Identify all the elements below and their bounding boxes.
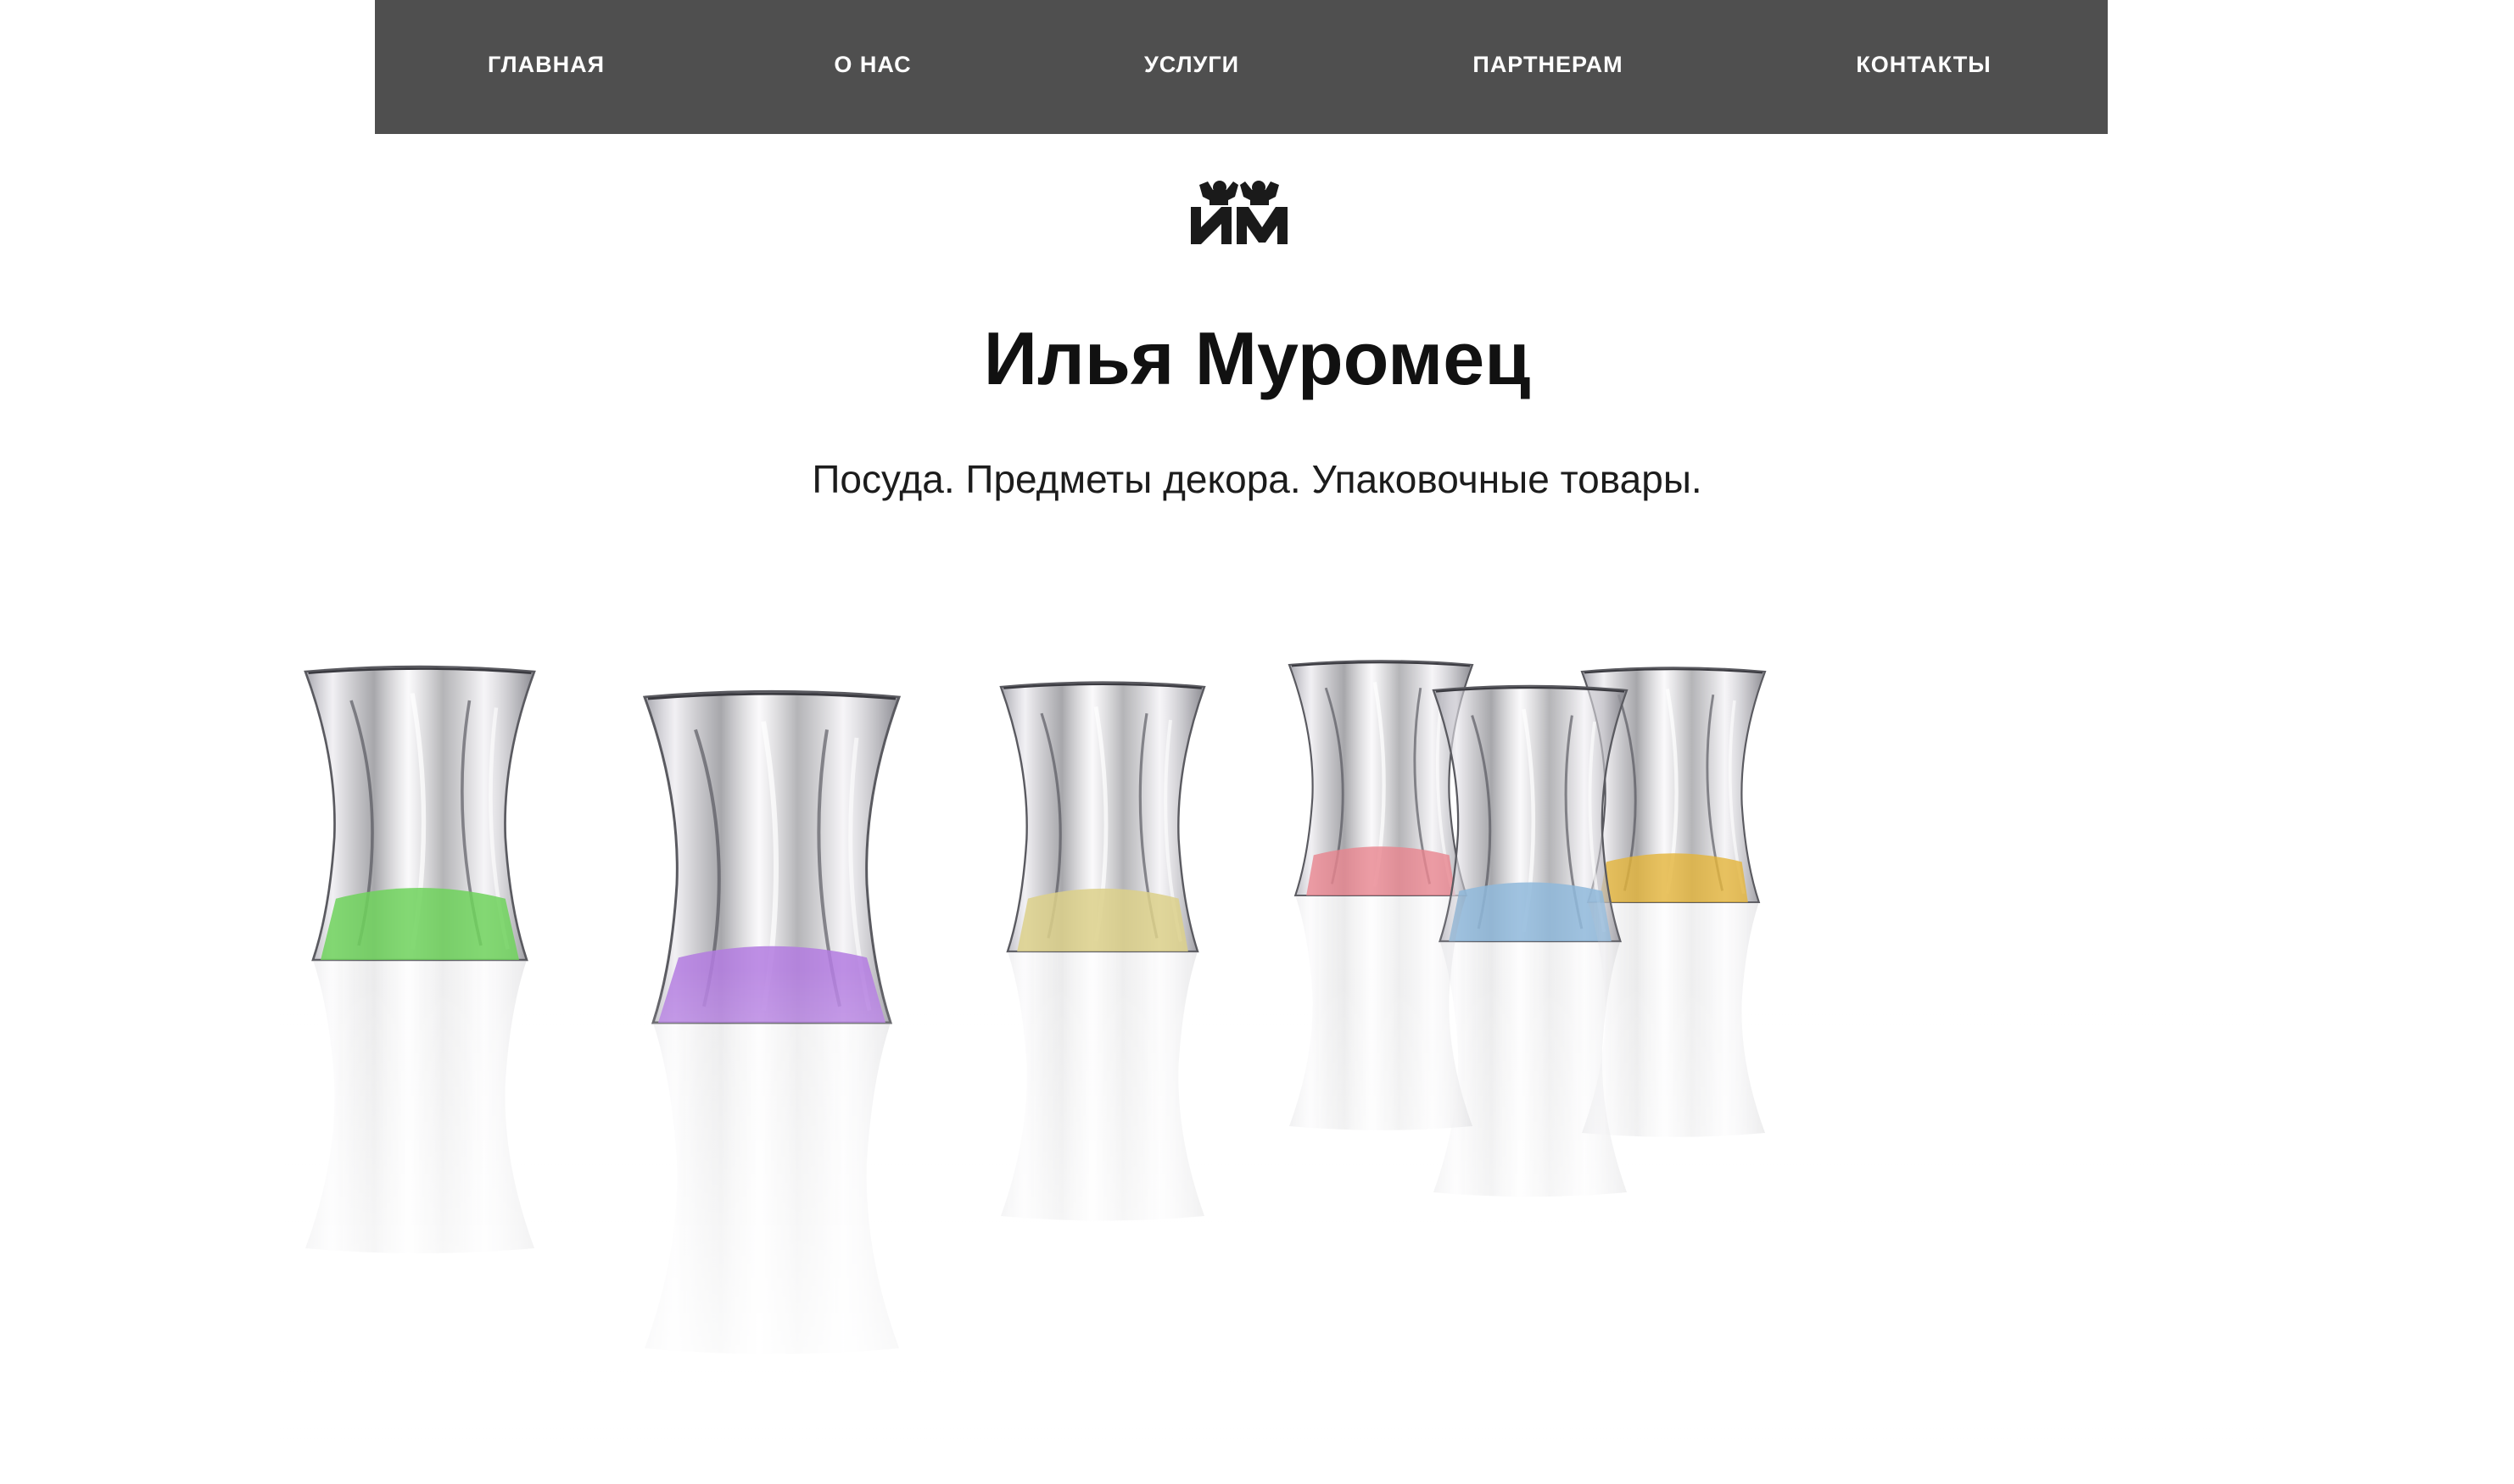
nav-item-home[interactable]: ГЛАВНАЯ [488, 0, 605, 134]
hero-glasses-image [280, 611, 2265, 1484]
nav-item-contacts[interactable]: КОНТАКТЫ [1856, 0, 1991, 134]
page-title: Илья Муромец [983, 316, 1531, 400]
landing-page: ГЛАВНАЯ О НАС УСЛУГИ ПАРТНЕРАМ КОНТАКТЫ … [0, 0, 2514, 1484]
nav-item-services[interactable]: УСЛУГИ [1144, 0, 1239, 134]
nav-item-about[interactable]: О НАС [834, 0, 911, 134]
nav-item-partners[interactable]: ПАРТНЕРАМ [1472, 0, 1623, 134]
top-navigation: ГЛАВНАЯ О НАС УСЛУГИ ПАРТНЕРАМ КОНТАКТЫ [375, 0, 2108, 134]
page-subtitle: Посуда. Предметы декора. Упаковочные тов… [812, 457, 1702, 501]
im-monogram-logo-icon[interactable] [1189, 176, 1289, 244]
